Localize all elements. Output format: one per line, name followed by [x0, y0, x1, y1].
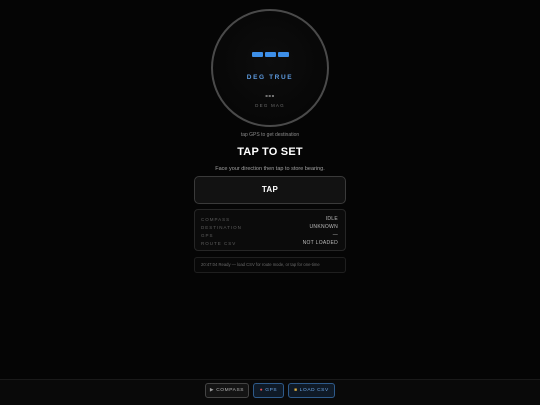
tap-button[interactable]: TAP — [194, 176, 346, 204]
status-panel: COMPASS IDLE DESTINATION UNKNOWN GPS — R… — [194, 209, 346, 251]
gps-hint: tap GPS to get destination — [240, 132, 300, 138]
status-row-compass: COMPASS IDLE — [201, 215, 338, 223]
instruction-text: Face your direction then tap to store be… — [215, 166, 325, 172]
status-value: IDLE — [325, 216, 338, 222]
digit-placeholder — [251, 52, 263, 57]
status-row-gps: GPS — — [201, 231, 338, 239]
load-csv-button-label: LOAD CSV — [299, 388, 329, 393]
gps-button[interactable]: ● GPS — [253, 383, 284, 398]
app-root: DEG TRUE --- DEG MAG tap GPS to get dest… — [0, 0, 540, 405]
status-value: NOT LOADED — [302, 240, 338, 246]
gps-button-label: GPS — [265, 388, 278, 393]
compass-button[interactable]: ▶ COMPASS — [205, 383, 249, 398]
status-key: COMPASS — [201, 216, 231, 222]
play-icon: ▶ — [209, 388, 215, 393]
compass-button-label: COMPASS — [216, 388, 245, 393]
status-row-destination: DESTINATION UNKNOWN — [201, 223, 338, 231]
load-csv-button[interactable]: ■ LOAD CSV — [288, 383, 335, 398]
compass-dial: DEG TRUE --- DEG MAG — [211, 9, 329, 127]
heading-digits-placeholder — [213, 52, 327, 57]
pin-icon: ● — [259, 388, 264, 393]
deg-true-label: DEG TRUE — [246, 74, 294, 81]
status-key: DESTINATION — [201, 224, 242, 230]
page-title: TAP TO SET — [237, 146, 303, 158]
status-row-route-csv: ROUTE CSV NOT LOADED — [201, 239, 338, 247]
folder-icon: ■ — [294, 388, 298, 393]
digit-placeholder — [277, 52, 289, 57]
deg-mag-label: DEG MAG — [255, 103, 285, 108]
status-value: UNKNOWN — [309, 224, 338, 230]
log-output: 20:47:04 Ready — load CSV for route mode… — [194, 257, 346, 273]
digit-placeholder — [264, 52, 276, 57]
status-key: GPS — [201, 232, 214, 238]
status-value: — — [332, 232, 338, 238]
status-key: ROUTE CSV — [201, 240, 237, 246]
deg-mag-value: --- — [265, 91, 275, 100]
